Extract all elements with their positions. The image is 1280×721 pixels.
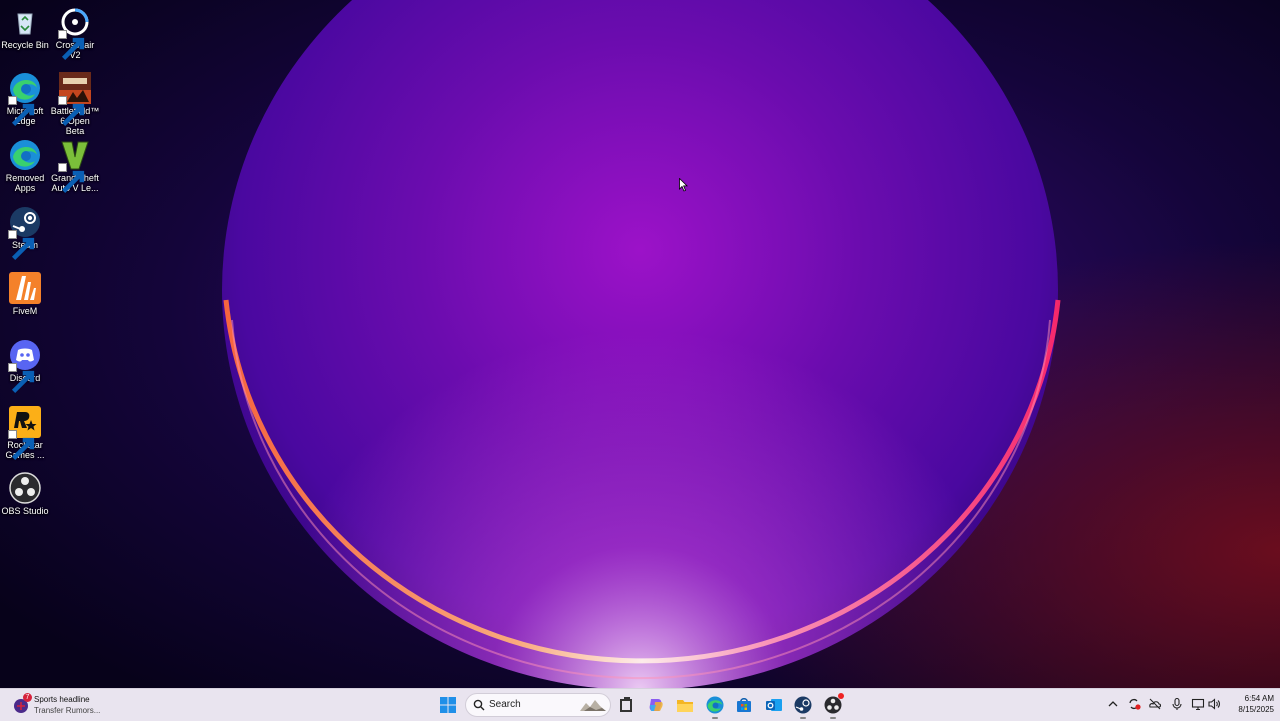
desktop-icon-removed-apps[interactable]: Removed Apps: [0, 139, 50, 193]
microphone-tray-button[interactable]: [1170, 697, 1184, 711]
store-button[interactable]: [730, 691, 758, 719]
task-view-button[interactable]: [612, 691, 640, 719]
display-icon: [1191, 698, 1205, 711]
desktop-wallpaper: [0, 0, 1280, 688]
clock-date: 8/15/2025: [1238, 705, 1274, 714]
desktop-icon-label: Removed Apps: [5, 173, 45, 193]
widget-subtext: Transfer Rumors...: [34, 706, 101, 715]
desktop-icon-battlefield-6[interactable]: Battlefield™ 6 Open Beta: [50, 72, 100, 136]
desktop-icon-crosshair-v2[interactable]: Crosshair V2: [50, 6, 100, 61]
shortcut-arrow-icon: [8, 230, 35, 261]
display-tray-button[interactable]: [1191, 697, 1205, 711]
running-indicator: [712, 717, 718, 719]
desktop-icon-obs-studio[interactable]: OBS Studio: [0, 472, 50, 516]
onedrive-icon: [1149, 698, 1162, 710]
store-icon: [737, 698, 751, 712]
shortcut-arrow-icon: [8, 430, 35, 461]
shortcut-arrow-icon: [58, 96, 85, 127]
task-view-icon: [620, 697, 632, 712]
file-explorer-icon: [677, 700, 693, 712]
file-explorer-button[interactable]: [671, 691, 699, 719]
shortcut-arrow-icon: [58, 163, 85, 194]
sync-icon: [1129, 698, 1141, 710]
desktop-icon-microsoft-edge[interactable]: Microsoft Edge: [0, 72, 50, 127]
outlook-icon: [766, 699, 782, 711]
steam-taskbar-button[interactable]: [789, 691, 817, 719]
desktop-icon-recycle-bin[interactable]: Recycle Bin: [0, 6, 50, 50]
recording-indicator: [838, 693, 844, 699]
copilot-button[interactable]: [642, 691, 670, 719]
shortcut-arrow-icon: [8, 96, 35, 127]
copilot-icon: [649, 699, 663, 711]
clock-time: 6:54 AM: [1244, 694, 1274, 703]
desktop-icon-fivem[interactable]: FiveM: [0, 272, 50, 316]
edge-icon: [706, 696, 724, 714]
widgets-button[interactable]: 7 Sports headline Transfer Rumors...: [12, 692, 112, 718]
desktop-icon-label: FiveM: [12, 306, 38, 316]
recycle-bin-icon: [17, 13, 33, 35]
microphone-icon: [1172, 697, 1182, 710]
widget-headline: Sports headline: [34, 695, 90, 704]
desktop-icon-discord[interactable]: Discord: [0, 339, 50, 394]
running-indicator: [830, 717, 836, 719]
obs-taskbar-button[interactable]: [819, 691, 847, 719]
onedrive-tray-button[interactable]: [1148, 697, 1162, 711]
desktop-icon-steam[interactable]: Steam: [0, 206, 50, 261]
clock-button[interactable]: 6:54 AM 8/15/2025: [1224, 693, 1274, 715]
shortcut-arrow-icon: [8, 363, 35, 394]
desktop-icon-gta-v[interactable]: Grand Theft Auto V Le...: [50, 139, 100, 194]
search-placeholder: Search: [489, 699, 521, 710]
sync-tray-button[interactable]: [1127, 697, 1141, 711]
obs-icon: [9, 472, 41, 504]
shortcut-arrow-icon: [58, 30, 85, 61]
notification-badge: 7: [23, 693, 32, 702]
chevron-up-icon: [1108, 701, 1118, 707]
fivem-icon: [9, 272, 41, 304]
volume-tray-button[interactable]: [1207, 697, 1221, 711]
desktop-icon-label: Recycle Bin: [1, 40, 49, 50]
desktop-icon-rockstar-games[interactable]: Rockstar Games ...: [0, 406, 50, 461]
start-button[interactable]: [434, 691, 462, 719]
desktop-icon-label: OBS Studio: [1, 506, 49, 516]
edge-taskbar-button[interactable]: [701, 691, 729, 719]
show-hidden-icons-button[interactable]: [1106, 697, 1120, 711]
taskbar: 7 Sports headline Transfer Rumors... Sea…: [0, 688, 1280, 721]
edge-icon: [10, 140, 40, 170]
search-highlight-icon: [580, 700, 606, 711]
taskbar-search-box[interactable]: Search: [465, 693, 611, 717]
search-icon: [473, 699, 485, 711]
windows-start-icon: [440, 697, 456, 713]
outlook-button[interactable]: [760, 691, 788, 719]
steam-icon: [794, 696, 812, 714]
mouse-cursor-icon: [679, 178, 688, 192]
volume-icon: [1208, 698, 1220, 710]
running-indicator: [800, 717, 806, 719]
